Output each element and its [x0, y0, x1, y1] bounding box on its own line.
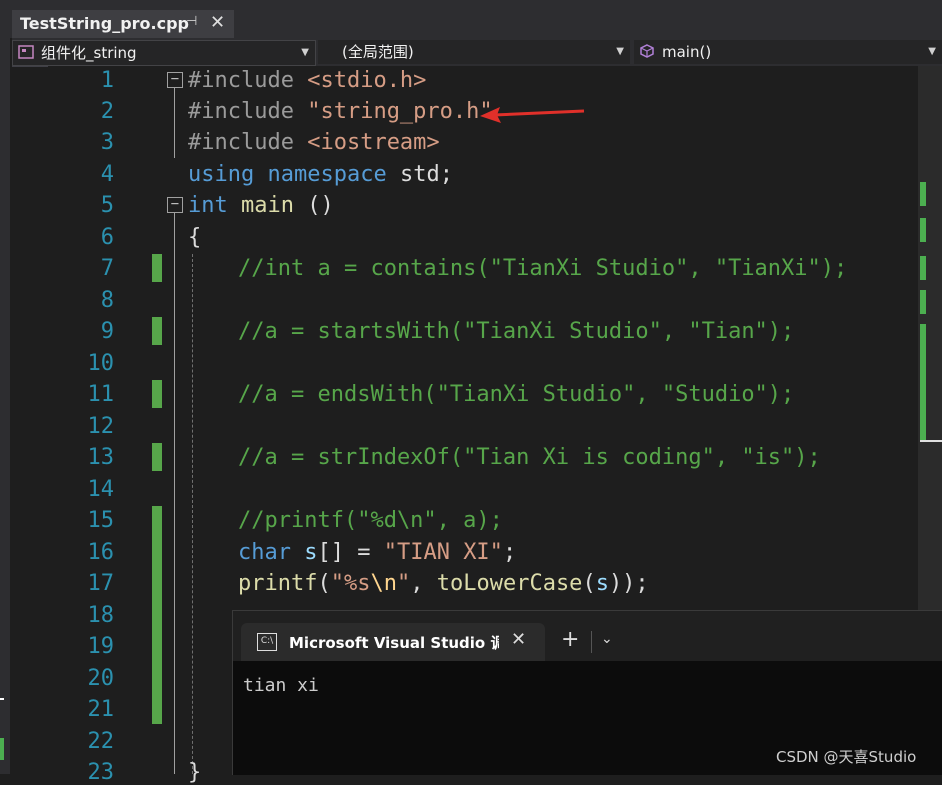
line-number: 2	[100, 99, 114, 124]
document-tab-bar: TestString_pro.cpp ⊣ ✕	[0, 0, 942, 38]
member-label: main()	[662, 43, 712, 61]
edge-marker	[0, 698, 4, 700]
pin-icon[interactable]: ⊣	[186, 14, 197, 29]
change-marker	[152, 506, 162, 724]
tab-title: TestString_pro.cpp	[20, 14, 190, 33]
line-number: 8	[100, 288, 114, 313]
divider	[591, 631, 592, 653]
terminal-icon: C:\	[257, 633, 277, 651]
code-line: //printf("%d\n", a);	[238, 508, 503, 533]
console-title: Microsoft Visual Studio 调试控制台	[289, 634, 499, 652]
scope-label: (全局范围)	[342, 43, 414, 61]
line-number: 4	[100, 162, 114, 187]
new-tab-button[interactable]: +	[561, 629, 579, 651]
member-dropdown[interactable]: main() ▼	[634, 40, 942, 64]
code-line: {	[188, 225, 202, 250]
document-tab[interactable]: TestString_pro.cpp ⊣ ✕	[12, 10, 234, 38]
line-number: 22	[87, 729, 115, 754]
line-number: 16	[87, 540, 115, 565]
change-marker	[152, 380, 162, 408]
close-icon[interactable]: ✕	[511, 629, 526, 650]
red-arrow-annotation	[480, 107, 585, 123]
fold-guide	[174, 88, 175, 158]
code-line: printf("%s\n", toLowerCase(s));	[238, 571, 649, 596]
chevron-down-icon: ▼	[301, 47, 309, 58]
console-tab[interactable]: C:\ Microsoft Visual Studio 调试控制台 ✕	[241, 623, 545, 661]
code-line: }	[188, 760, 202, 785]
line-number: 5	[100, 193, 114, 218]
line-number: 9	[100, 319, 114, 344]
fold-minus-icon[interactable]: −	[167, 197, 183, 213]
change-marker	[152, 254, 162, 282]
close-tab-icon[interactable]: ✕	[210, 12, 225, 33]
scroll-caret-marker	[920, 440, 942, 442]
scroll-change-marker	[920, 182, 926, 206]
cube-icon	[640, 44, 654, 58]
code-line: //a = endsWith("TianXi Studio", "Studio"…	[238, 382, 795, 407]
code-line: //a = strIndexOf("Tian Xi is coding", "i…	[238, 445, 821, 470]
line-number: 3	[100, 130, 114, 155]
line-number: 7	[100, 256, 114, 281]
line-number: 20	[87, 666, 115, 691]
code-line: #include <iostream>	[188, 130, 440, 155]
line-number: 21	[87, 697, 115, 722]
code-line: using namespace std;	[188, 162, 453, 187]
console-output: tian xi	[243, 675, 319, 696]
code-line: int main ()	[188, 193, 334, 218]
line-number: 23	[87, 760, 115, 785]
navigation-bar: 组件化_string ▼ (全局范围) ▼ main() ▼	[12, 38, 942, 67]
line-number: 13	[87, 445, 115, 470]
indent-guide	[192, 254, 193, 774]
change-marker	[152, 317, 162, 345]
code-line: #include "string_pro.h"	[188, 99, 493, 124]
scroll-change-marker	[920, 256, 926, 280]
line-number: 18	[87, 603, 115, 628]
fold-guide	[174, 213, 175, 774]
chevron-down-icon: ▼	[928, 46, 936, 57]
code-line: //a = startsWith("TianXi Studio", "Tian"…	[238, 319, 795, 344]
line-number: 19	[87, 634, 115, 659]
line-number: 17	[87, 571, 115, 596]
scroll-change-marker	[920, 290, 926, 314]
project-label: 组件化_string	[41, 44, 137, 62]
change-marker	[152, 443, 162, 471]
console-tab-bar: C:\ Microsoft Visual Studio 调试控制台 ✕ + ⌄	[233, 611, 942, 661]
left-window-edge	[0, 38, 10, 774]
code-line: //int a = contains("TianXi Studio", "Tia…	[238, 256, 848, 281]
project-icon	[18, 45, 34, 59]
watermark: CSDN @天喜Studio	[776, 748, 917, 766]
fold-minus-icon[interactable]: −	[167, 72, 183, 88]
line-number: 14	[87, 477, 115, 502]
project-dropdown[interactable]: 组件化_string ▼	[12, 40, 316, 66]
scope-dropdown[interactable]: (全局范围) ▼	[318, 40, 630, 64]
scroll-change-marker	[920, 324, 926, 442]
chevron-down-icon: ▼	[616, 46, 624, 57]
line-number: 6	[100, 225, 114, 250]
scroll-change-marker	[920, 218, 926, 242]
line-number: 12	[87, 414, 115, 439]
code-line: char s[] = "TIAN XI";	[238, 540, 517, 565]
line-number: 15	[87, 508, 115, 533]
code-line: #include <stdio.h>	[188, 68, 427, 93]
line-number: 10	[87, 351, 115, 376]
chevron-down-icon[interactable]: ⌄	[601, 631, 613, 647]
edge-change-marker	[0, 738, 4, 760]
line-number: 11	[87, 382, 115, 407]
line-number: 1	[100, 68, 114, 93]
